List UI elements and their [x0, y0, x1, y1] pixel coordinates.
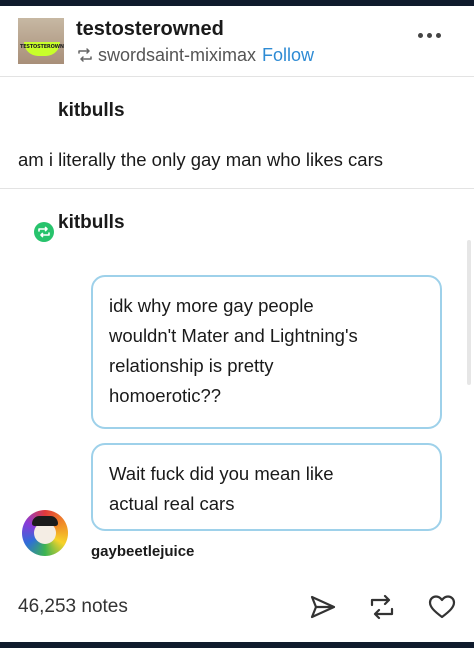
blog-name[interactable]: testosterowned [76, 18, 224, 41]
reblog-arrows-icon [38, 226, 50, 238]
reblog-icon [78, 48, 92, 62]
more-options-icon[interactable] [418, 30, 446, 40]
reblog-action-icon[interactable] [368, 594, 396, 620]
post-author[interactable]: kitbulls [58, 100, 125, 122]
follow-button[interactable]: Follow [262, 45, 314, 65]
dot [436, 32, 441, 38]
heart-icon[interactable] [428, 594, 456, 620]
share-icon[interactable] [309, 594, 337, 620]
ask-line: relationship is pretty [109, 355, 274, 376]
scrollbar[interactable] [467, 240, 471, 385]
dot [427, 32, 432, 38]
avatar-photo [18, 18, 64, 64]
blog-avatar[interactable]: TESTOSTEROWNED [18, 18, 64, 64]
reblogged-from-name[interactable]: swordsaint-miximax [98, 45, 256, 65]
reply-bubble: Wait fuck did you mean like actual real … [91, 443, 442, 531]
notes-count[interactable]: 46,253 notes [18, 596, 128, 618]
dot [418, 32, 423, 38]
reply-line: Wait fuck did you mean like [109, 463, 334, 484]
post-divider [0, 188, 474, 189]
ask-line: wouldn't Mater and Lightning's [109, 325, 358, 346]
asker-name[interactable]: gaybeetlejuice [91, 543, 194, 560]
bottom-edge-bar [0, 642, 474, 648]
top-edge-bar [0, 0, 474, 6]
reblog-author[interactable]: kitbulls [58, 212, 125, 234]
avatar-logo-text: TESTOSTEROWNED [20, 44, 64, 50]
asker-avatar[interactable] [22, 510, 68, 556]
reblogged-from-line: swordsaint-miximax Follow [76, 45, 314, 66]
reblog-badge-icon [34, 222, 54, 242]
ask-line: idk why more gay people [109, 295, 314, 316]
avatar-hair [32, 516, 58, 526]
header-divider [0, 76, 474, 77]
post-body-text: am i literally the only gay man who like… [18, 149, 384, 170]
reply-line: actual real cars [109, 493, 235, 514]
ask-bubble: idk why more gay people wouldn't Mater a… [91, 275, 442, 429]
ask-line: homoerotic?? [109, 385, 222, 406]
